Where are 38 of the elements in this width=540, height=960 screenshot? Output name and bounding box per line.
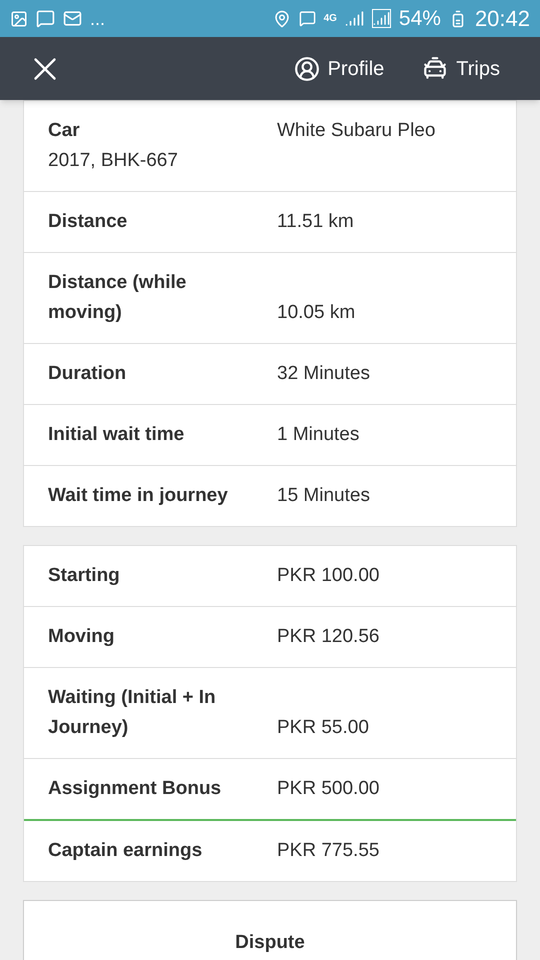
clock: 20:42 xyxy=(474,5,530,33)
row-label: Initial wait time xyxy=(48,423,186,447)
row-value: PKR 500.00 xyxy=(277,777,380,801)
row-label: Waiting (Initial + In Journey) xyxy=(48,686,217,740)
row-label: Wait time in journey xyxy=(48,484,229,508)
network-type: 4G xyxy=(324,12,337,26)
row-value: 11.51 km xyxy=(277,210,354,234)
row-label: Car xyxy=(48,119,81,143)
person-icon xyxy=(294,56,320,82)
row-label: Distance (while moving) xyxy=(48,271,188,325)
row-sublabel: 2017, BHK-667 xyxy=(48,149,179,173)
signal-icon xyxy=(344,9,364,28)
row-label: Moving xyxy=(48,625,116,649)
taxi-icon xyxy=(422,56,448,82)
row-value: 32 Minutes xyxy=(277,362,370,386)
nav-link[interactable]: Trips xyxy=(422,54,500,84)
nav-link[interactable]: Profile xyxy=(294,54,384,84)
row-value: 1 Minutes xyxy=(277,423,360,447)
mail-icon xyxy=(63,9,82,28)
more-notifications: ... xyxy=(90,10,106,28)
battery-percent: 54% xyxy=(398,6,441,32)
row-value: PKR 120.56 xyxy=(277,625,380,649)
row-value: 10.05 km xyxy=(277,301,356,325)
image-icon xyxy=(10,10,28,28)
row-value: 15 Minutes xyxy=(277,484,370,508)
row-label: Starting xyxy=(48,564,121,588)
signal-icon xyxy=(372,9,391,28)
row-value: PKR 100.00 xyxy=(277,564,380,588)
location-icon xyxy=(272,10,291,28)
message-icon xyxy=(36,9,55,28)
row-label: Captain earnings xyxy=(48,839,204,863)
row-value: PKR 775.55 xyxy=(277,839,380,863)
row-label: Duration xyxy=(48,362,128,386)
row-value: PKR 55.00 xyxy=(277,716,369,740)
row-label: Distance xyxy=(48,210,128,234)
row-label: Assignment Bonus xyxy=(48,777,222,801)
row-value: White Subaru Pleo xyxy=(277,119,436,143)
dispute-button[interactable]: Dispute xyxy=(23,900,517,960)
